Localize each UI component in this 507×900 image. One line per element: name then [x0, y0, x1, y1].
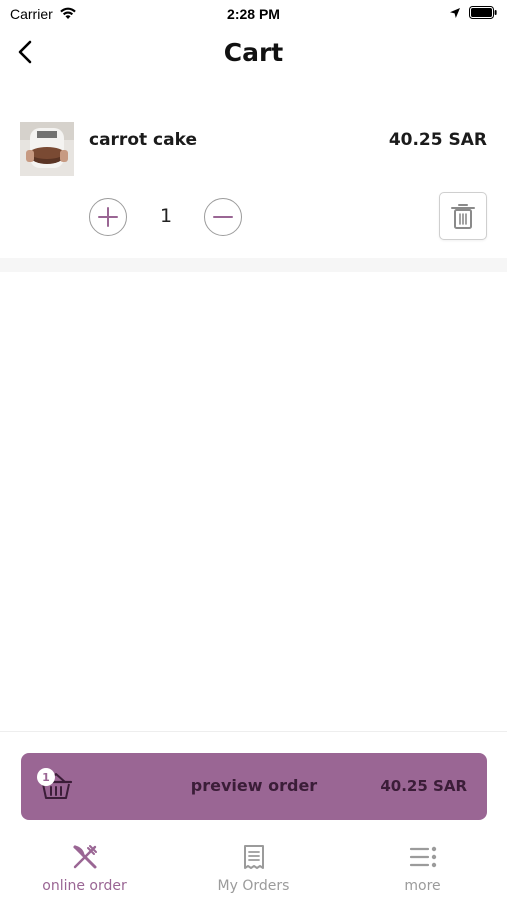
wifi-icon	[59, 6, 77, 23]
receipt-icon	[239, 842, 269, 872]
minus-icon	[213, 216, 233, 218]
tab-more[interactable]: more	[338, 830, 507, 900]
trash-icon	[451, 204, 475, 229]
quantity-value: 1	[159, 205, 173, 227]
battery-icon	[469, 6, 497, 22]
status-bar: Carrier 2:28 PM	[0, 0, 507, 28]
status-right	[449, 6, 497, 22]
location-arrow-icon	[449, 6, 461, 22]
product-image	[20, 122, 74, 176]
fork-knife-icon	[70, 842, 100, 872]
delete-item-button[interactable]	[439, 192, 487, 240]
tab-bar: online order My Orders more	[0, 830, 507, 900]
decrease-quantity-button[interactable]	[204, 198, 242, 236]
item-price: 40.25 SAR	[388, 130, 487, 150]
page-title: Cart	[223, 37, 284, 67]
tab-label-online-order: online order	[42, 878, 127, 894]
carrier-label: Carrier	[10, 6, 53, 22]
preview-order-total: 40.25 SAR	[380, 777, 467, 795]
preview-order-button[interactable]: 1 preview order 40.25 SAR	[21, 753, 487, 820]
bottom-divider	[0, 731, 507, 732]
status-left: Carrier	[10, 6, 77, 23]
increase-quantity-button[interactable]	[89, 198, 127, 236]
nav-header: Cart	[0, 28, 507, 76]
chevron-left-icon	[18, 40, 32, 64]
back-button[interactable]	[10, 36, 40, 68]
item-name: carrot cake	[89, 130, 197, 150]
tab-label-more: more	[404, 878, 441, 894]
cart-item: carrot cake 40.25 SAR 1	[0, 110, 507, 258]
tab-my-orders[interactable]: My Orders	[169, 830, 338, 900]
plus-icon	[98, 207, 118, 227]
menu-icon	[408, 842, 438, 872]
tab-label-my-orders: My Orders	[217, 878, 290, 894]
tab-online-order[interactable]: online order	[0, 830, 169, 900]
section-divider	[0, 258, 507, 272]
